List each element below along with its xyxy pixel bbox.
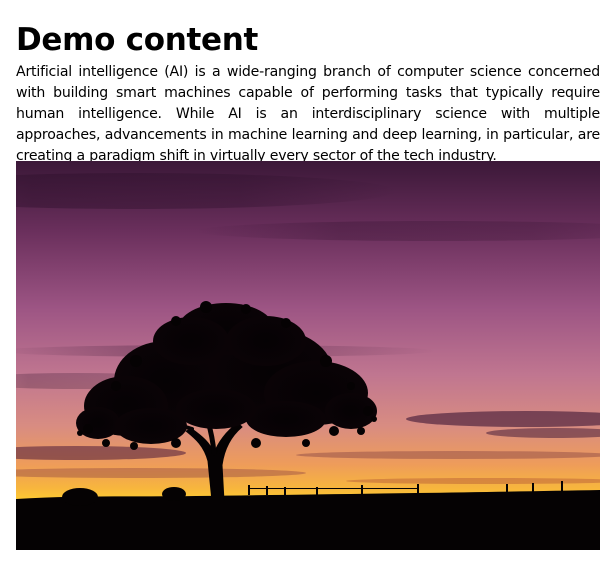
body-paragraph: Artificial intelligence (AI) is a wide-r…	[16, 64, 600, 164]
page-title: Demo content	[16, 22, 259, 58]
sunset-tree-picture	[16, 161, 600, 550]
sunset-tree-image	[16, 161, 600, 550]
page: Demo content Artificial intelligence (AI…	[16, 0, 600, 550]
